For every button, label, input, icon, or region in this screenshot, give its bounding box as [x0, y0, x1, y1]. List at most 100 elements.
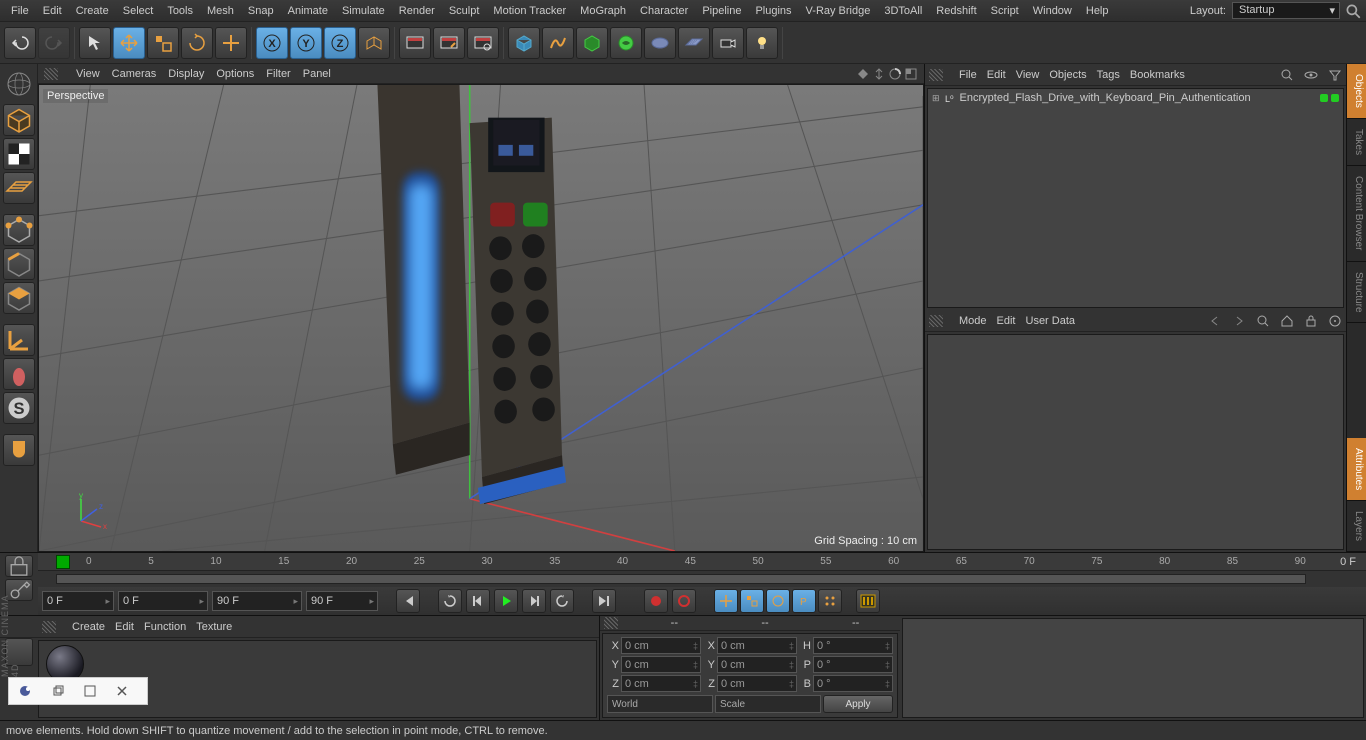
viewport-menu-view[interactable]: View — [76, 68, 100, 80]
attr-menu-edit[interactable]: Edit — [997, 315, 1016, 327]
frame-start-field[interactable]: 0 F — [42, 591, 114, 611]
menu-edit[interactable]: Edit — [36, 5, 69, 17]
timeline-ruler[interactable]: 051015202530354045505560657075808590 0 F — [38, 553, 1366, 571]
objects-menu-tags[interactable]: Tags — [1097, 69, 1120, 81]
object-tree[interactable]: ⊞ L⁰ Encrypted_Flash_Drive_with_Keyboard… — [927, 88, 1344, 308]
edges-mode-button[interactable] — [3, 248, 35, 280]
mat-menu-edit[interactable]: Edit — [115, 621, 134, 633]
mat-menu-create[interactable]: Create — [72, 621, 105, 633]
target-icon[interactable] — [1328, 314, 1342, 328]
viewport-maximize-icon[interactable] — [904, 67, 918, 81]
search-icon[interactable] — [1256, 314, 1270, 328]
key-pla-button[interactable] — [818, 589, 842, 613]
viewport-nav2-icon[interactable] — [872, 67, 886, 81]
add-spline-button[interactable] — [542, 27, 574, 59]
scale-button[interactable] — [147, 27, 179, 59]
mat-menu-function[interactable]: Function — [144, 621, 186, 633]
viewport-menu-cameras[interactable]: Cameras — [112, 68, 157, 80]
tab-attributes[interactable]: Attributes — [1347, 438, 1366, 501]
size-x-field[interactable]: 0 cm — [717, 637, 797, 654]
add-generator-button[interactable] — [576, 27, 608, 59]
search-icon[interactable] — [1344, 2, 1362, 20]
goto-end-button[interactable] — [592, 589, 616, 613]
tab-objects[interactable]: Objects — [1347, 64, 1366, 119]
undo-button[interactable] — [4, 27, 36, 59]
timeline-lock-button[interactable] — [5, 555, 33, 577]
maximize-icon[interactable] — [83, 684, 97, 698]
attributes-panel[interactable] — [927, 334, 1344, 550]
panel-grip-icon[interactable] — [929, 69, 943, 81]
objects-menu-bookmarks[interactable]: Bookmarks — [1130, 69, 1185, 81]
workplane-mode-button[interactable] — [3, 172, 35, 204]
menu-pipeline[interactable]: Pipeline — [695, 5, 748, 17]
rot-h-field[interactable]: 0 ° — [813, 637, 893, 654]
attr-menu-mode[interactable]: Mode — [959, 315, 987, 327]
frame-end-field[interactable]: 90 F — [306, 591, 378, 611]
size-z-field[interactable]: 0 cm — [717, 675, 797, 692]
attributes-lower-panel[interactable] — [902, 618, 1364, 718]
menu-vray-bridge[interactable]: V-Ray Bridge — [799, 5, 878, 17]
attr-menu-userdata[interactable]: User Data — [1026, 315, 1076, 327]
y-axis-button[interactable]: Y — [290, 27, 322, 59]
snap-button[interactable]: S — [3, 392, 35, 424]
viewport-menu-filter[interactable]: Filter — [266, 68, 290, 80]
expand-icon[interactable]: ⊞ — [932, 93, 940, 104]
viewport-nav3-icon[interactable] — [888, 67, 902, 81]
tree-row[interactable]: ⊞ L⁰ Encrypted_Flash_Drive_with_Keyboard… — [930, 91, 1341, 105]
mat-menu-texture[interactable]: Texture — [196, 621, 232, 633]
frame-max-field[interactable]: 90 F — [212, 591, 302, 611]
loop-forward-button[interactable] — [550, 589, 574, 613]
apply-button[interactable]: Apply — [823, 695, 893, 713]
layout-select[interactable]: Startup — [1232, 2, 1340, 19]
menu-character[interactable]: Character — [633, 5, 695, 17]
prev-frame-button[interactable] — [466, 589, 490, 613]
key-scale-button[interactable] — [740, 589, 764, 613]
viewport-nav1-icon[interactable] — [856, 67, 870, 81]
render-view-button[interactable] — [399, 27, 431, 59]
menu-mograph[interactable]: MoGraph — [573, 5, 633, 17]
filter-icon[interactable] — [1328, 68, 1342, 82]
menu-script[interactable]: Script — [984, 5, 1026, 17]
tab-takes[interactable]: Takes — [1347, 119, 1366, 166]
home-icon[interactable] — [1280, 314, 1294, 328]
tab-content-browser[interactable]: Content Browser — [1347, 166, 1366, 261]
objects-menu-objects[interactable]: Objects — [1049, 69, 1086, 81]
last-tool-button[interactable] — [215, 27, 247, 59]
magnet-button[interactable] — [3, 434, 35, 466]
texture-mode-button[interactable] — [3, 138, 35, 170]
rot-p-field[interactable]: 0 ° — [813, 656, 893, 673]
panel-grip-icon[interactable] — [42, 621, 56, 633]
visibility-editor-dot[interactable] — [1320, 94, 1328, 102]
autokey-button[interactable] — [672, 589, 696, 613]
add-floor-button[interactable] — [678, 27, 710, 59]
panel-grip-icon[interactable] — [604, 617, 618, 629]
goto-start-button[interactable] — [396, 589, 420, 613]
menu-motion-tracker[interactable]: Motion Tracker — [486, 5, 573, 17]
redo-button[interactable] — [38, 27, 70, 59]
key-position-button[interactable] — [714, 589, 738, 613]
polygons-mode-button[interactable] — [3, 282, 35, 314]
pos-z-field[interactable]: 0 cm — [621, 675, 701, 692]
coord-scale-select[interactable]: Scale — [715, 695, 821, 713]
menu-render[interactable]: Render — [392, 5, 442, 17]
menu-3dtoall[interactable]: 3DToAll — [877, 5, 929, 17]
menu-select[interactable]: Select — [116, 5, 161, 17]
axis-button[interactable] — [3, 324, 35, 356]
size-y-field[interactable]: 0 cm — [717, 656, 797, 673]
playhead-icon[interactable] — [56, 555, 70, 569]
eye-icon[interactable] — [1304, 68, 1318, 82]
key-rotation-button[interactable] — [766, 589, 790, 613]
menu-file[interactable]: File — [4, 5, 36, 17]
timeline-range-slider[interactable] — [38, 571, 1366, 587]
viewport-menu-display[interactable]: Display — [168, 68, 204, 80]
pos-y-field[interactable]: 0 cm — [621, 656, 701, 673]
menu-plugins[interactable]: Plugins — [748, 5, 798, 17]
menu-sculpt[interactable]: Sculpt — [442, 5, 487, 17]
objects-menu-edit[interactable]: Edit — [987, 69, 1006, 81]
menu-animate[interactable]: Animate — [281, 5, 335, 17]
frame-min-field[interactable]: 0 F — [118, 591, 208, 611]
viewport-menu-options[interactable]: Options — [216, 68, 254, 80]
record-button[interactable] — [644, 589, 668, 613]
add-light-button[interactable] — [746, 27, 778, 59]
back-icon[interactable] — [1208, 314, 1222, 328]
